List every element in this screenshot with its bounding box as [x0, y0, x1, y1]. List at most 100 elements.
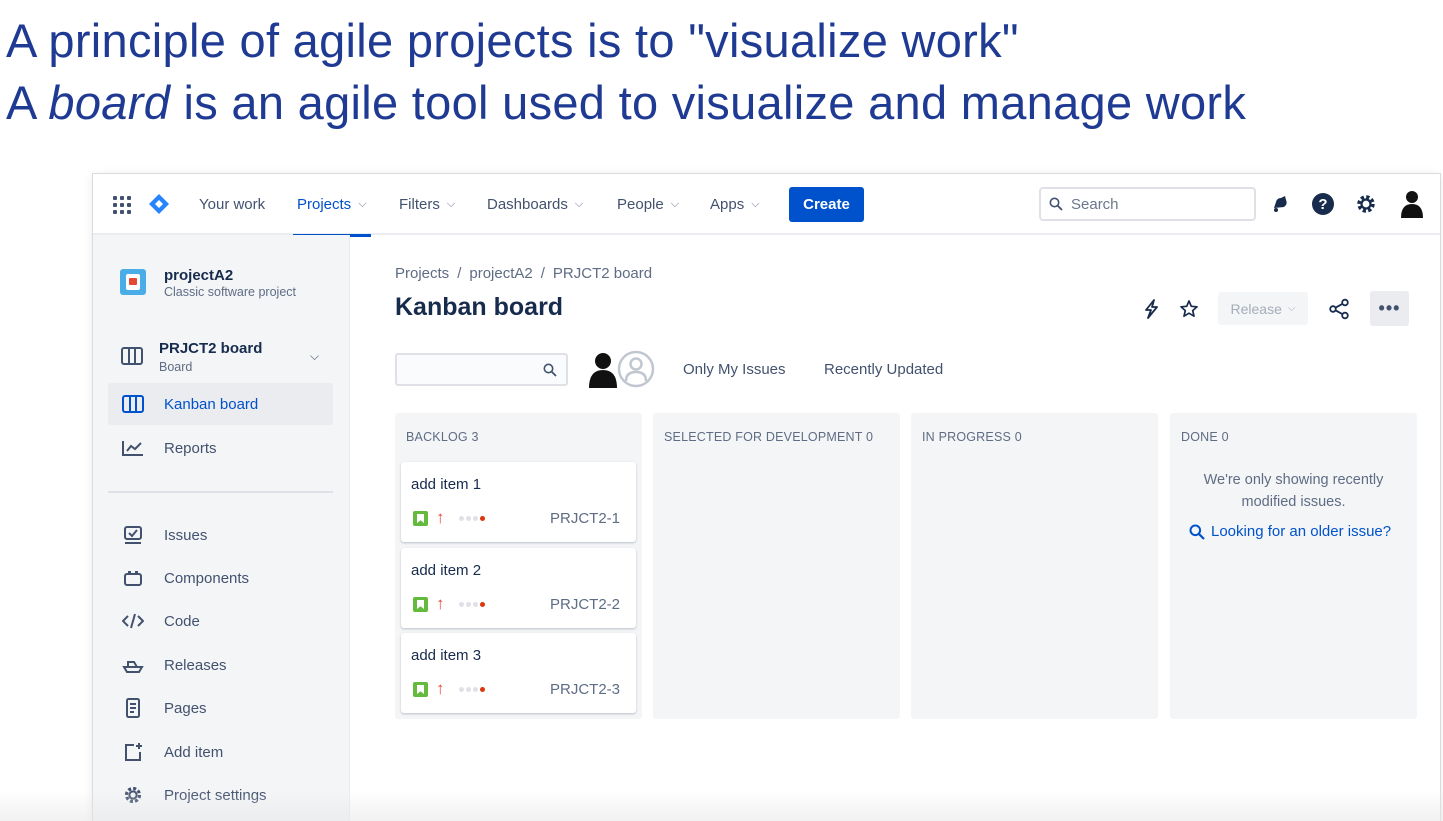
- release-label: Release: [1230, 300, 1282, 317]
- nav-filters[interactable]: Filters ⌵: [399, 174, 455, 235]
- svg-text:?: ?: [1318, 196, 1327, 213]
- top-navigation: Your work Projects ⌵ Filters ⌵ Dashboards ⌵…: [93, 174, 1440, 237]
- automation-icon[interactable]: [1139, 297, 1163, 321]
- search-icon: [1049, 197, 1063, 211]
- releases-icon: [122, 654, 144, 676]
- estimate-dots-icon: [459, 687, 485, 692]
- issues-icon: [122, 524, 144, 546]
- board-selector-sub: Board: [159, 360, 193, 374]
- older-issue-link[interactable]: Looking for an older issue?: [1189, 523, 1391, 540]
- project-type: Classic software project: [164, 285, 296, 299]
- nav-projects-label: Projects: [297, 196, 352, 213]
- nav-your-work[interactable]: Your work: [199, 174, 265, 235]
- issue-summary: add item 3: [411, 647, 482, 664]
- story-icon: [413, 682, 428, 697]
- slide-title-line-1: A principle of agile projects is to "vis…: [6, 14, 1019, 67]
- sidebar-item-issues[interactable]: Issues: [108, 514, 333, 556]
- slide-title-line-2: A board is an agile tool used to visuali…: [6, 74, 1246, 132]
- breadcrumb: Projects / projectA2 / PRJCT2 board: [395, 265, 652, 282]
- slide-title-prefix: A: [6, 76, 49, 129]
- user-avatar-icon[interactable]: [587, 351, 619, 388]
- jira-logo-icon[interactable]: [149, 194, 169, 214]
- breadcrumb-project[interactable]: projectA2: [469, 265, 532, 282]
- issue-key: PRJCT2-2: [549, 596, 620, 613]
- issue-card[interactable]: add item 1 ↑ PRJCT2-1: [401, 462, 636, 542]
- filter-only-my-issues[interactable]: Only My Issues: [683, 361, 786, 378]
- slide-title-suffix: is an agile tool used to visualize and m…: [170, 76, 1247, 129]
- nav-people-label: People: [617, 196, 664, 213]
- sidebar-item-project-settings[interactable]: Project settings: [108, 774, 333, 816]
- sidebar-item-components[interactable]: Components: [108, 557, 333, 599]
- release-button[interactable]: Release ⌵: [1218, 292, 1308, 325]
- nav-apps-label: Apps: [710, 196, 745, 213]
- board-column-in-progress: IN PROGRESS 0: [911, 413, 1158, 719]
- sidebar-item-label: Issues: [164, 526, 208, 544]
- breadcrumb-separator: /: [540, 265, 545, 282]
- sidebar-item-label: Components: [164, 569, 250, 587]
- share-icon[interactable]: [1327, 297, 1351, 321]
- search-input[interactable]: Search: [1039, 187, 1256, 221]
- settings-icon[interactable]: [1354, 192, 1378, 216]
- reports-icon: [122, 437, 144, 459]
- nav-dashboards-label: Dashboards: [487, 196, 568, 213]
- column-title: SELECTED FOR DEVELOPMENT 0: [664, 430, 874, 444]
- help-icon[interactable]: ?: [1311, 192, 1335, 216]
- chevron-down-icon: ⌵: [358, 198, 367, 210]
- sidebar-item-label: Add item: [164, 743, 224, 761]
- project-name[interactable]: projectA2: [164, 267, 233, 284]
- sidebar-item-label: Releases: [164, 656, 227, 674]
- sidebar: projectA2 Classic software project PRJCT…: [93, 235, 350, 821]
- create-button[interactable]: Create: [789, 187, 864, 222]
- priority-high-icon: ↑: [436, 594, 445, 613]
- chevron-down-icon: ⌵: [1287, 303, 1296, 314]
- older-issue-link-label: Looking for an older issue?: [1211, 523, 1392, 540]
- chevron-down-icon[interactable]: ⌵: [310, 349, 319, 364]
- sidebar-item-releases[interactable]: Releases: [108, 644, 333, 686]
- column-title: IN PROGRESS 0: [922, 430, 1022, 444]
- done-info-message: We're only showing recently modified iss…: [1203, 472, 1384, 510]
- project-avatar: [120, 269, 146, 295]
- sidebar-item-kanban-board[interactable]: Kanban board: [108, 383, 333, 425]
- story-icon: [413, 511, 428, 526]
- chevron-down-icon: ⌵: [670, 198, 680, 210]
- profile-icon[interactable]: [1400, 191, 1424, 218]
- app-switcher-icon[interactable]: [113, 196, 131, 214]
- notifications-icon[interactable]: [1268, 192, 1292, 216]
- filter-recently-updated[interactable]: Recently Updated: [824, 361, 943, 378]
- board-column-done: DONE 0 We're only showing recently modif…: [1170, 413, 1417, 719]
- priority-high-icon: ↑: [436, 679, 445, 698]
- code-icon: [122, 610, 144, 632]
- star-icon[interactable]: [1177, 297, 1201, 321]
- story-icon: [413, 597, 428, 612]
- breadcrumb-board[interactable]: PRJCT2 board: [553, 265, 652, 282]
- sidebar-item-label: Project settings: [164, 786, 267, 804]
- nav-people[interactable]: People ⌵: [617, 174, 679, 235]
- issue-summary: add item 1: [411, 476, 482, 493]
- sidebar-item-pages[interactable]: Pages: [108, 687, 333, 729]
- nav-apps[interactable]: Apps ⌵: [710, 174, 760, 235]
- issue-card[interactable]: add item 3 ↑ PRJCT2-3: [401, 633, 636, 713]
- jira-screenshot: Your work Projects ⌵ Filters ⌵ Dashboards ⌵…: [93, 174, 1440, 821]
- sidebar-item-code[interactable]: Code: [108, 600, 333, 642]
- search-icon: [543, 363, 557, 377]
- estimate-dots-icon: [459, 516, 485, 521]
- sidebar-item-add-item[interactable]: Add item: [108, 731, 333, 773]
- sidebar-item-reports[interactable]: Reports: [108, 427, 333, 469]
- board-icon: [122, 393, 144, 415]
- board-search-input[interactable]: [395, 353, 568, 386]
- board-selector-name[interactable]: PRJCT2 board: [159, 340, 262, 357]
- add-item-icon: [122, 741, 144, 763]
- nav-projects[interactable]: Projects ⌵: [293, 174, 371, 237]
- issue-card[interactable]: add item 2 ↑ PRJCT2-2: [401, 548, 636, 628]
- more-actions-button[interactable]: •••: [1370, 291, 1409, 326]
- board-column-backlog: BACKLOG 3 add item 1 ↑ PRJCT2-1 add item…: [395, 413, 642, 719]
- page-title: Kanban board: [395, 293, 564, 321]
- sidebar-item-label: Reports: [164, 439, 217, 457]
- search-placeholder: Search: [1071, 195, 1119, 213]
- issue-summary: add item 2: [411, 562, 482, 579]
- settings-icon: [122, 784, 144, 806]
- unassigned-avatar-icon[interactable]: [617, 350, 655, 388]
- nav-dashboards[interactable]: Dashboards ⌵: [487, 174, 583, 235]
- breadcrumb-projects[interactable]: Projects: [395, 265, 449, 282]
- column-title: BACKLOG 3: [406, 430, 479, 444]
